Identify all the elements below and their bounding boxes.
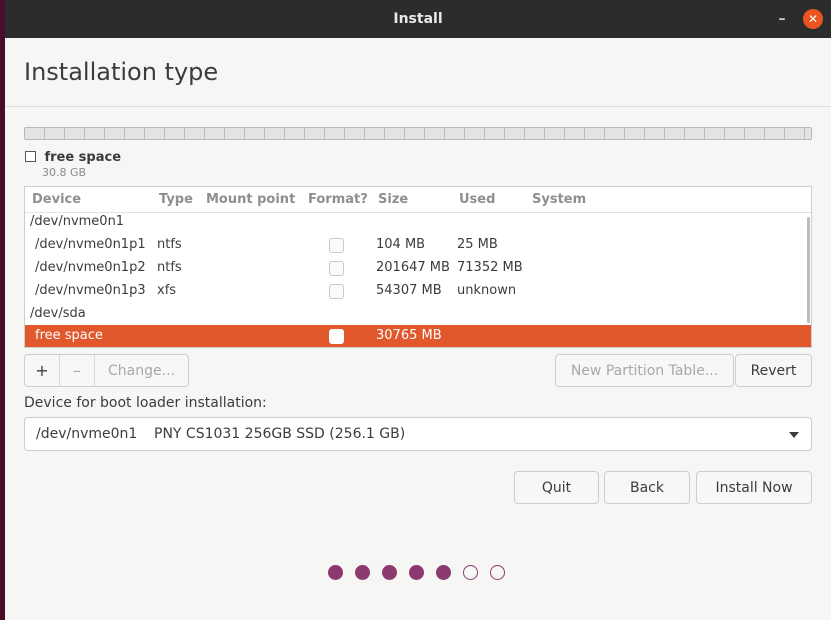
boot-loader-select[interactable]: /dev/nvme0n1 PNY CS1031 256GB SSD (256.1…: [24, 417, 812, 451]
table-row[interactable]: /dev/nvme0n1p2 ntfs 201647 MB 71352 MB: [25, 257, 811, 280]
boot-loader-label: Device for boot loader installation:: [24, 395, 267, 411]
column-type[interactable]: Type: [159, 192, 193, 207]
chevron-down-icon: [789, 432, 799, 438]
header-divider: [5, 106, 831, 107]
table-row[interactable]: /dev/nvme0n1p3 xfs 54307 MB unknown: [25, 280, 811, 303]
size-cell: 201647 MB: [376, 260, 450, 275]
add-partition-button[interactable]: +: [25, 355, 60, 386]
change-partition-button[interactable]: Change...: [95, 355, 188, 386]
new-partition-table-button[interactable]: New Partition Table...: [555, 354, 734, 387]
device-cell: /dev/nvme0n1: [30, 214, 125, 229]
step-dot: [409, 565, 424, 580]
boot-device-description: PNY CS1031 256GB SSD (256.1 GB): [154, 426, 406, 442]
device-cell: /dev/nvme0n1p3: [35, 283, 146, 298]
table-row[interactable]: /dev/nvme0n1p1 ntfs 104 MB 25 MB: [25, 234, 811, 257]
format-checkbox[interactable]: [329, 238, 344, 253]
step-dot: [490, 565, 505, 580]
free-space-swatch: [25, 151, 36, 162]
used-cell: unknown: [457, 283, 517, 298]
step-dot: [355, 565, 370, 580]
revert-button[interactable]: Revert: [735, 354, 812, 387]
disk-usage-bar: [24, 127, 812, 140]
device-cell: /dev/nvme0n1p2: [35, 260, 146, 275]
format-checkbox[interactable]: [329, 284, 344, 299]
partition-button-group: + – Change...: [24, 354, 189, 387]
type-cell: ntfs: [157, 260, 182, 275]
install-now-button[interactable]: Install Now: [696, 471, 812, 504]
page-title: Installation type: [24, 58, 219, 86]
table-scrollbar[interactable]: [807, 217, 810, 323]
used-cell: 25 MB: [457, 237, 498, 252]
step-dot: [382, 565, 397, 580]
device-cell: /dev/sda: [30, 306, 86, 321]
size-cell: 54307 MB: [376, 283, 442, 298]
type-cell: ntfs: [157, 237, 182, 252]
legend-size: 30.8 GB: [42, 166, 87, 179]
quit-button[interactable]: Quit: [514, 471, 599, 504]
device-cell: free space: [35, 328, 103, 343]
minimize-icon[interactable]: –: [775, 11, 789, 27]
device-cell: /dev/nvme0n1p1: [35, 237, 146, 252]
used-cell: 71352 MB: [457, 260, 523, 275]
column-device[interactable]: Device: [32, 192, 81, 207]
title-bar: Install – ✕: [5, 0, 831, 38]
window-title: Install: [393, 11, 443, 27]
table-row[interactable]: /dev/sda: [25, 303, 811, 326]
remove-partition-button[interactable]: –: [60, 355, 95, 386]
table-header: Device Type Mount point Format? Size Use…: [25, 187, 811, 213]
column-system[interactable]: System: [532, 192, 586, 207]
column-size[interactable]: Size: [378, 192, 408, 207]
step-dot: [328, 565, 343, 580]
table-row[interactable]: /dev/nvme0n1: [25, 211, 811, 234]
format-checkbox[interactable]: [329, 261, 344, 276]
type-cell: xfs: [157, 283, 177, 298]
table-row-selected[interactable]: free space 30765 MB: [25, 325, 811, 347]
size-cell: 104 MB: [376, 237, 426, 252]
step-progress: [328, 565, 505, 580]
column-used[interactable]: Used: [459, 192, 495, 207]
column-format[interactable]: Format?: [308, 192, 368, 207]
format-checkbox[interactable]: [329, 329, 344, 344]
legend-label: free space: [44, 150, 122, 165]
column-mount-point[interactable]: Mount point: [206, 192, 295, 207]
close-icon[interactable]: ✕: [803, 9, 823, 29]
disk-legend: free space 30.8 GB: [25, 149, 122, 179]
size-cell: 30765 MB: [376, 328, 442, 343]
partition-table[interactable]: Device Type Mount point Format? Size Use…: [24, 186, 812, 348]
step-dot: [463, 565, 478, 580]
boot-device: /dev/nvme0n1: [36, 426, 138, 442]
installer-window: Install – ✕ Installation type free space…: [5, 0, 831, 620]
step-dot: [436, 565, 451, 580]
back-button[interactable]: Back: [604, 471, 690, 504]
